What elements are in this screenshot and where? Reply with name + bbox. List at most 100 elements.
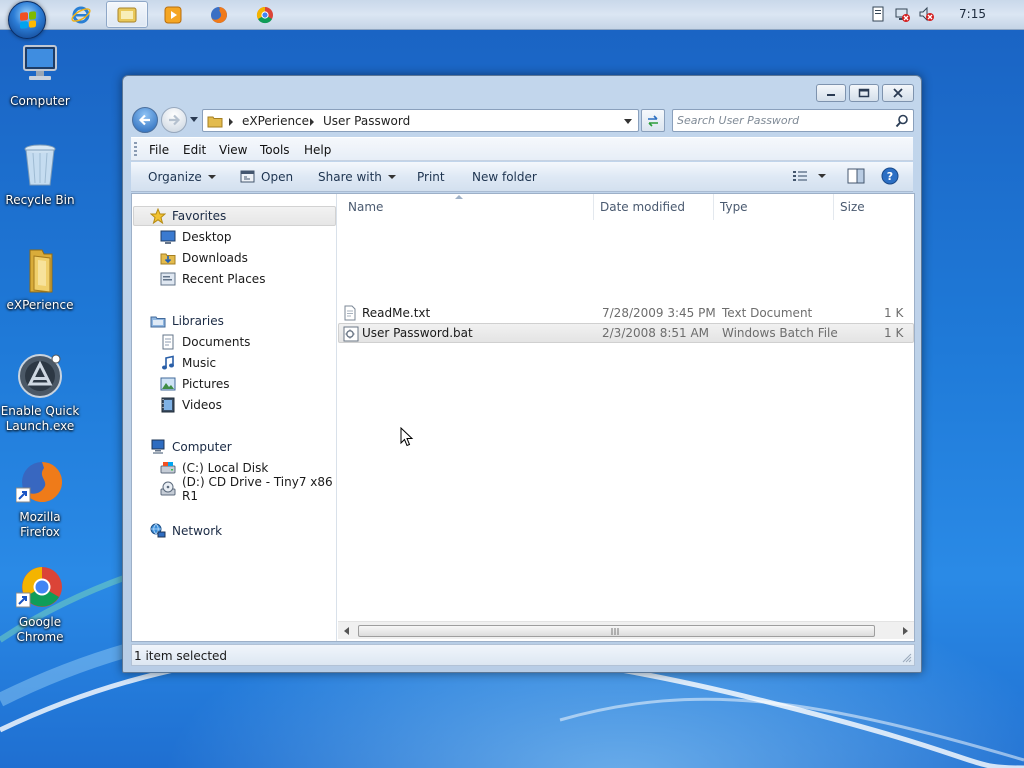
file-type: Text Document (722, 306, 813, 320)
nav-pictures-label: Pictures (182, 377, 230, 391)
nav-libraries[interactable]: Libraries (150, 312, 224, 330)
desktop-icon-recycle-bin[interactable]: Recycle Bin (0, 141, 80, 208)
nav-favorites-label: Favorites (172, 209, 227, 223)
menu-edit[interactable]: Edit (183, 143, 206, 157)
desktop-icon-experience[interactable]: eXPerience (0, 246, 80, 313)
content-area: Favorites Desktop Downloads Recent Place… (131, 193, 915, 642)
close-button[interactable] (882, 84, 914, 102)
nav-pictures[interactable]: Pictures (160, 375, 230, 393)
refresh-button[interactable] (641, 109, 665, 132)
nav-favorites[interactable]: Favorites (150, 207, 226, 225)
nav-videos-label: Videos (182, 398, 222, 412)
folder-icon (16, 246, 64, 294)
recent-pages-dropdown[interactable] (190, 117, 198, 122)
media-player-icon (164, 6, 182, 23)
column-header-type[interactable]: Type (714, 194, 834, 220)
nav-recent-places[interactable]: Recent Places (160, 270, 265, 288)
column-header-name[interactable]: Name (342, 194, 594, 220)
nav-videos[interactable]: Videos (160, 396, 222, 414)
horizontal-scrollbar[interactable] (338, 621, 914, 639)
forward-button[interactable] (161, 107, 187, 133)
resize-grip-icon[interactable] (902, 653, 912, 663)
organize-button[interactable]: Organize (148, 170, 216, 184)
videos-icon (161, 397, 175, 413)
scrollbar-grip-icon (611, 628, 619, 635)
search-icon[interactable] (895, 114, 909, 128)
desktop-icon-firefox[interactable]: Mozilla Firefox (0, 458, 80, 540)
breadcrumb-chevron-icon[interactable] (229, 118, 233, 126)
maximize-icon (858, 88, 870, 98)
minimize-icon (827, 94, 835, 96)
share-with-button[interactable]: Share with (318, 170, 396, 184)
nav-network-label: Network (172, 524, 223, 538)
recycle-bin-icon (16, 141, 64, 189)
menu-view[interactable]: View (219, 143, 247, 157)
menu-tools[interactable]: Tools (260, 143, 290, 157)
desktop-icon-enable-quick-launch[interactable]: Enable Quick Launch.exe (0, 352, 80, 434)
breadcrumb-chevron-icon[interactable] (310, 118, 314, 126)
minimize-button[interactable] (816, 84, 846, 102)
taskbar-internet-explorer[interactable] (60, 1, 102, 28)
scroll-right-icon[interactable] (901, 627, 909, 635)
cd-drive-icon (160, 481, 176, 496)
volume-muted-icon[interactable] (918, 6, 934, 22)
status-bar: 1 item selected (131, 644, 915, 666)
nav-network[interactable]: Network (150, 522, 222, 540)
menu-help[interactable]: Help (304, 143, 331, 157)
star-icon (150, 208, 166, 224)
network-icon (150, 523, 166, 538)
nav-downloads[interactable]: Downloads (160, 249, 248, 267)
file-row-user-password-bat[interactable]: User Password.bat 2/3/2008 8:51 AM Windo… (338, 323, 914, 343)
chrome-icon (256, 6, 273, 23)
file-row-readme[interactable]: ReadMe.txt 7/28/2009 3:45 PM Text Docume… (338, 303, 914, 323)
nav-computer-label: Computer (172, 440, 232, 454)
help-button[interactable]: ? (881, 167, 899, 185)
libraries-icon (150, 316, 166, 328)
scrollbar-thumb[interactable] (358, 625, 875, 637)
network-disconnected-icon[interactable] (894, 6, 910, 22)
file-date: 2/3/2008 8:51 AM (602, 326, 710, 340)
text-document-icon (344, 305, 356, 321)
file-size: 1 K (884, 306, 904, 320)
nav-desktop[interactable]: Desktop (160, 228, 232, 246)
maximize-button[interactable] (849, 84, 879, 102)
nav-recent-places-label: Recent Places (182, 272, 266, 286)
back-button[interactable] (132, 107, 158, 133)
breadcrumb-experience[interactable]: eXPerience (242, 114, 309, 128)
preview-pane-button[interactable] (847, 168, 865, 184)
change-view-button[interactable] (792, 170, 826, 182)
taskbar-windows-explorer[interactable] (106, 1, 148, 28)
scroll-left-icon[interactable] (343, 627, 351, 635)
print-button[interactable]: Print (417, 170, 445, 184)
column-header-date-modified[interactable]: Date modified (594, 194, 714, 220)
nav-music[interactable]: Music (160, 354, 216, 372)
menu-file[interactable]: File (149, 143, 169, 157)
desktop-icon-chrome[interactable]: Google Chrome (0, 563, 80, 645)
taskbar-clock[interactable]: 7:15 (959, 7, 986, 21)
address-bar[interactable]: eXPerience User Password (202, 109, 639, 132)
desktop-icon-computer[interactable]: Computer (0, 42, 80, 109)
open-button[interactable]: Open (240, 170, 293, 184)
taskbar-chrome[interactable] (244, 1, 286, 28)
new-folder-button[interactable]: New folder (472, 170, 537, 184)
chrome-icon (15, 563, 64, 611)
taskbar: 7:15 (0, 0, 1024, 39)
firefox-icon (15, 458, 64, 506)
nav-computer[interactable]: Computer (150, 438, 232, 456)
back-arrow-icon (138, 114, 150, 126)
search-box[interactable] (672, 109, 914, 132)
action-center-icon[interactable] (870, 6, 886, 22)
taskbar-media-player[interactable] (152, 1, 194, 28)
nav-documents[interactable]: Documents (160, 333, 250, 351)
help-icon: ? (881, 167, 899, 185)
new-folder-label: New folder (472, 170, 537, 184)
search-input[interactable] (677, 112, 887, 129)
address-history-dropdown[interactable] (624, 119, 632, 124)
file-size: 1 K (884, 326, 904, 340)
column-header-size[interactable]: Size (834, 194, 914, 220)
start-button[interactable] (8, 1, 46, 39)
breadcrumb-user-password[interactable]: User Password (323, 114, 410, 128)
refresh-icon (648, 114, 658, 127)
taskbar-firefox[interactable] (198, 1, 240, 28)
nav-cd-drive[interactable]: (D:) CD Drive - Tiny7 x86 R1 (160, 475, 336, 503)
